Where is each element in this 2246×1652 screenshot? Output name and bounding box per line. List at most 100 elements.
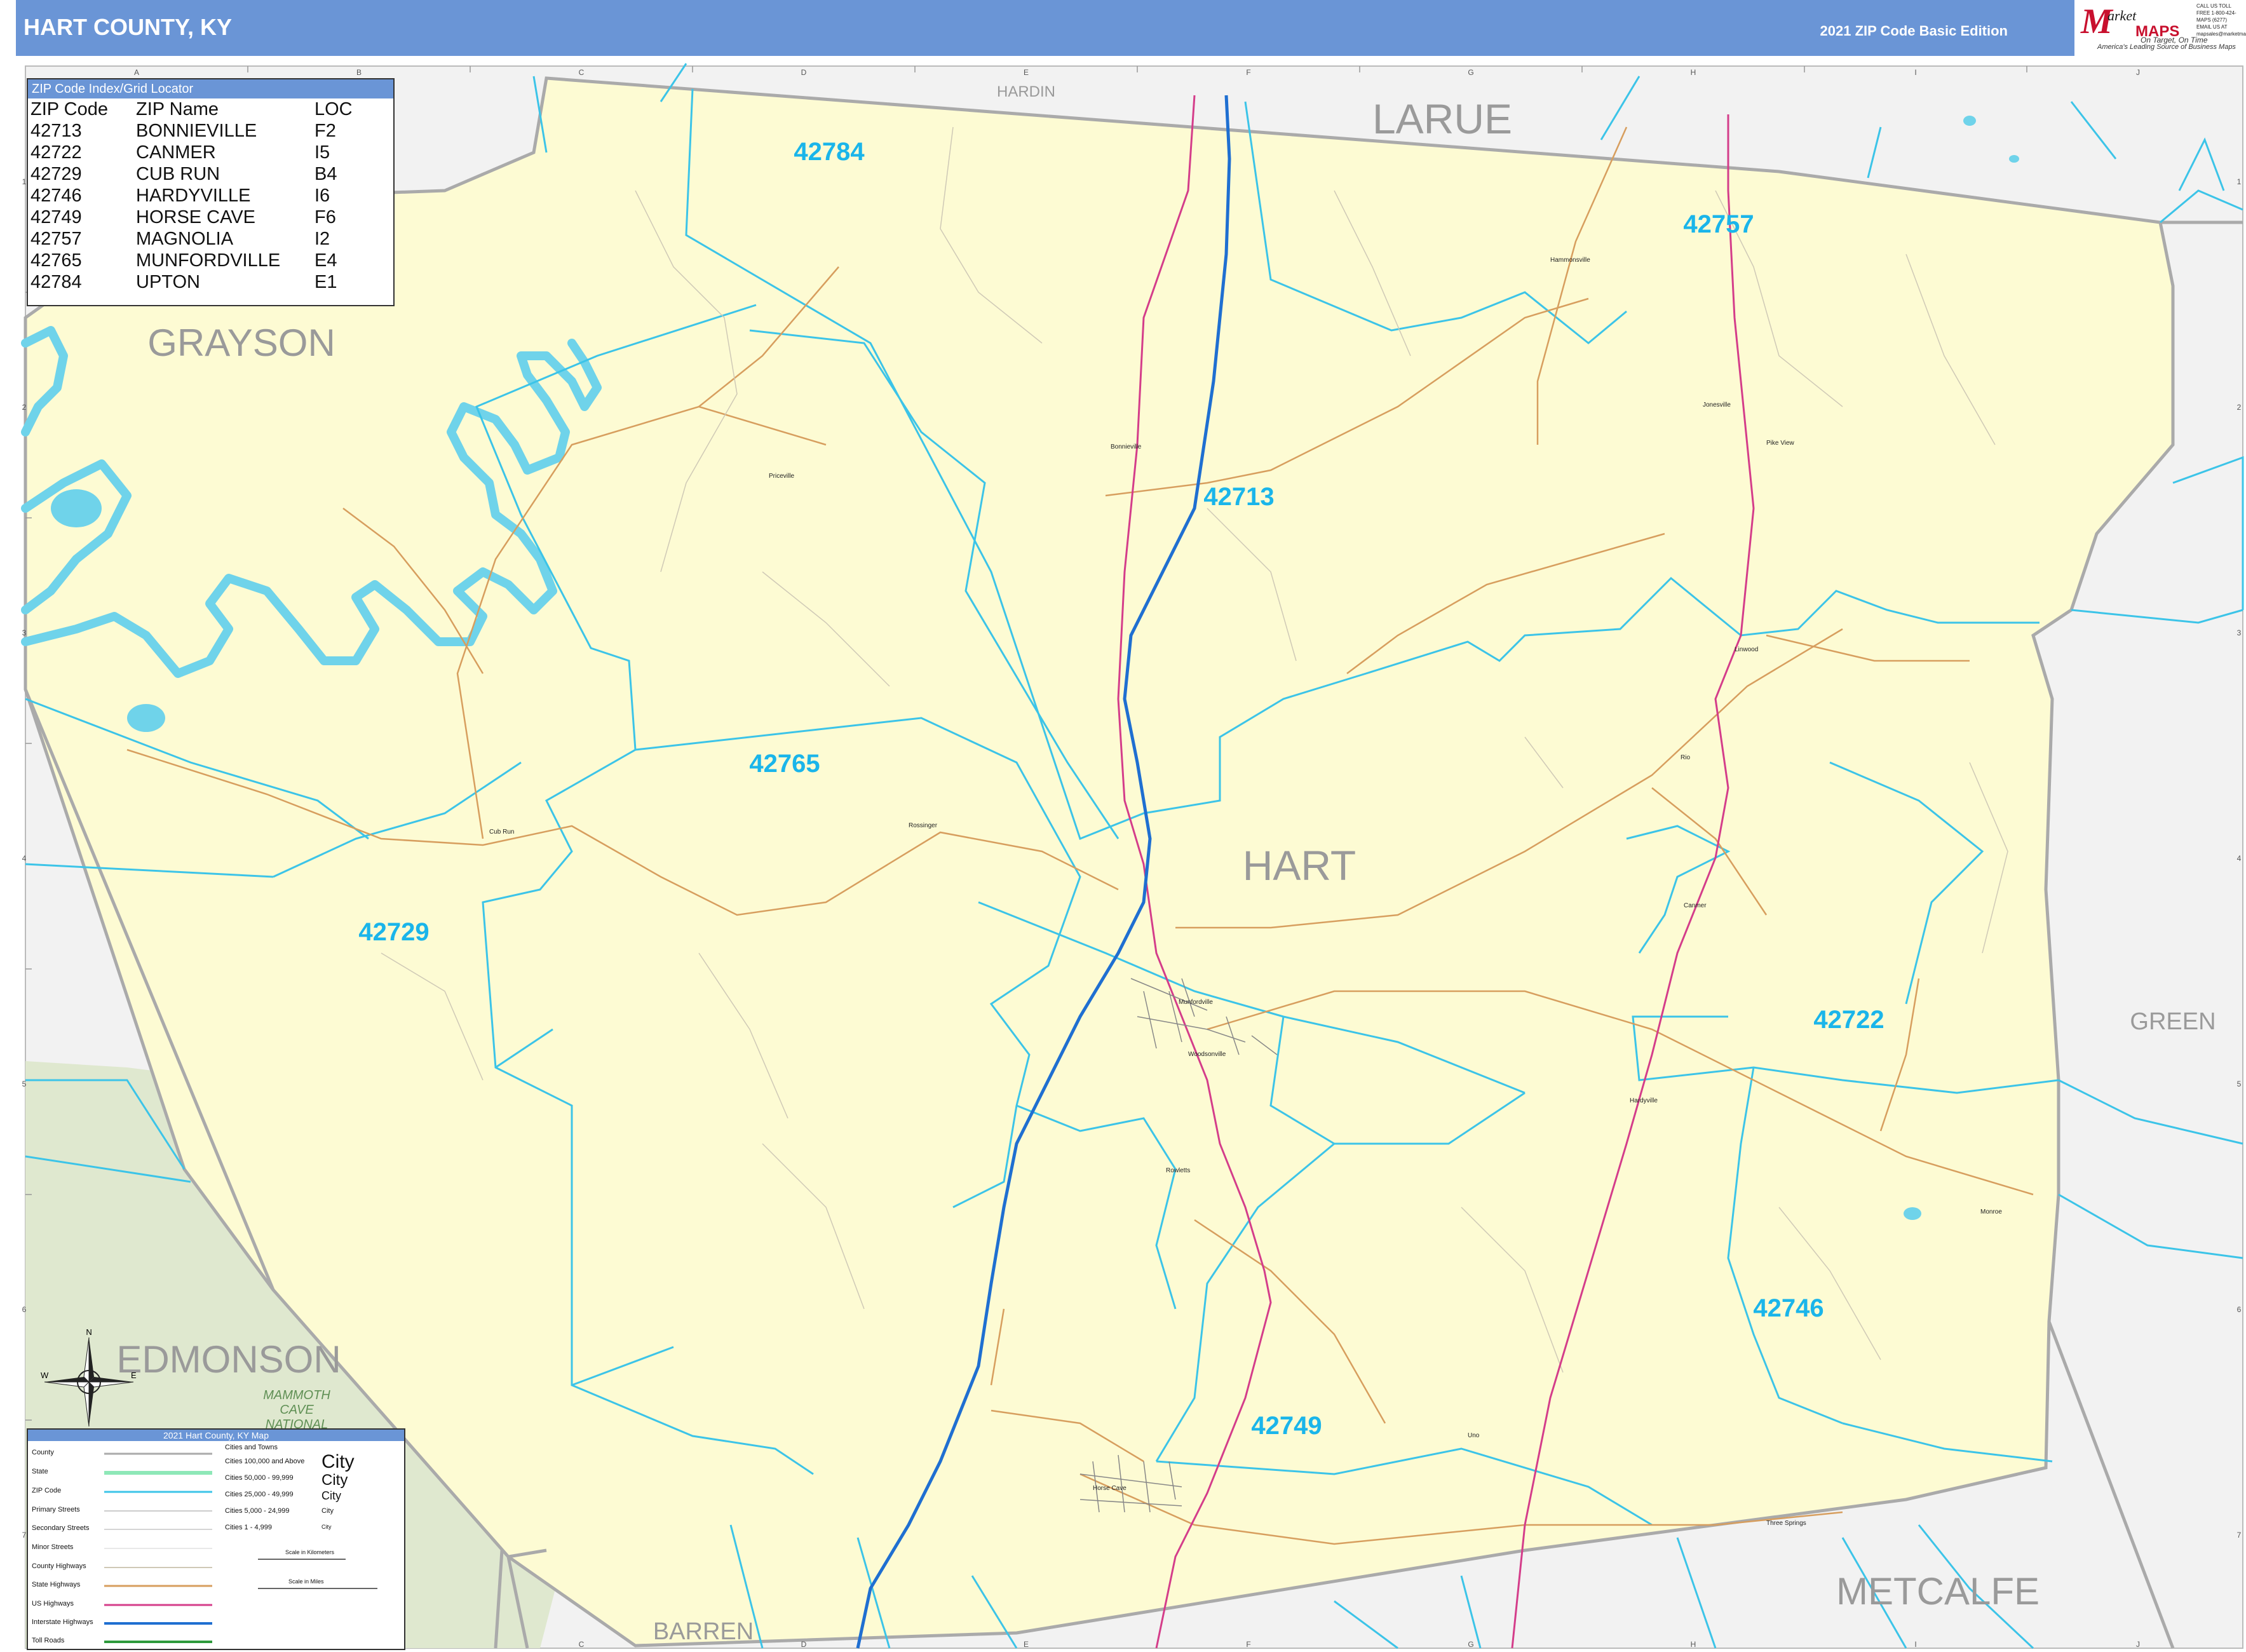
legend-item: Toll Roads	[32, 1637, 65, 1644]
legend-item: County	[32, 1449, 54, 1456]
zip-index-row: 42765 MUNFORDVILLE E4	[30, 250, 356, 271]
grid-col-h-bottom: H	[1691, 1640, 1696, 1649]
grid-col-d: D	[801, 68, 807, 77]
zip-index-code: 42722	[30, 142, 82, 163]
grid-col-f: F	[1246, 68, 1250, 77]
zip-index-loc: I5	[315, 142, 330, 163]
grid-col-j-bottom: J	[2136, 1640, 2140, 1649]
legend-item: Interstate Highways	[32, 1618, 93, 1626]
grid-row-3: 3	[22, 628, 27, 637]
compass-n: N	[86, 1327, 91, 1337]
zip-index-row: 42784 UPTON E1	[30, 271, 356, 293]
place-rio: Rio	[1681, 754, 1690, 761]
zip-index-loc: I6	[315, 186, 330, 206]
zip-index-name: HARDYVILLE	[136, 186, 251, 206]
zip-index-row: 42749 HORSE CAVE F6	[30, 207, 356, 228]
grid-col-i-bottom: I	[1914, 1640, 1916, 1649]
county-label-barren: BARREN	[653, 1618, 754, 1645]
legend-scale-km: Scale in Kilometers	[285, 1549, 335, 1555]
compass-e: E	[131, 1371, 137, 1380]
county-label-grayson: GRAYSON	[147, 322, 335, 364]
zip-index-loc: B4	[315, 164, 337, 184]
place-priceville: Priceville	[769, 473, 794, 480]
map-title: HART COUNTY, KY	[24, 14, 233, 40]
zip-index-header-row: ZIP Code ZIP Name LOC	[30, 98, 356, 120]
logo-contact: CALL US TOLL FREE 1-800-424-MAPS (6277) …	[2196, 3, 2246, 37]
grid-col-h: H	[1691, 68, 1696, 77]
legend-item: County Highways	[32, 1562, 86, 1570]
legend-city-class: Cities 50,000 - 99,999	[225, 1474, 294, 1482]
zip-index-code: 42784	[30, 272, 82, 292]
logo-tagline-2: America's Leading Source of Business Map…	[2097, 43, 2236, 51]
logo-arket: arket	[2107, 8, 2137, 24]
legend-item: State Highways	[32, 1581, 81, 1588]
place-bonnieville: Bonnieville	[1111, 443, 1142, 450]
grid-row-6: 6	[22, 1305, 27, 1314]
zip-index-code: 42746	[30, 186, 82, 206]
legend-item: US Highways	[32, 1600, 74, 1608]
grid-col-b: B	[356, 68, 362, 77]
legend-city-sample: City	[321, 1472, 348, 1489]
map-legend: 2021 Hart County, KY Map County State ZI…	[27, 1428, 405, 1650]
legend-item: Secondary Streets	[32, 1524, 90, 1532]
zip-index-loc: E1	[315, 272, 337, 292]
zip-index-header-loc: LOC	[315, 99, 353, 119]
zip-index-loc: E4	[315, 250, 337, 271]
legend-scale-mi: Scale in Miles	[288, 1578, 324, 1585]
grid-row-6-right: 6	[2237, 1305, 2242, 1314]
legend-city-class: Cities 100,000 and Above	[225, 1458, 305, 1465]
zip-index-row: 42757 MAGNOLIA I2	[30, 228, 356, 250]
compass-w: W	[41, 1371, 49, 1380]
grid-col-d-bottom: D	[801, 1640, 807, 1649]
grid-row-2-right: 2	[2237, 403, 2242, 412]
legend-city-class: Cities 25,000 - 49,999	[225, 1491, 294, 1498]
legend-city-sample: City	[321, 1489, 341, 1502]
grid-row-4: 4	[22, 854, 27, 863]
grid-row-5: 5	[22, 1080, 27, 1088]
zip-index-name: MUNFORDVILLE	[136, 250, 281, 271]
place-munfordville: Munfordville	[1179, 999, 1213, 1006]
zip-index-code: 42765	[30, 250, 82, 271]
zip-index-title: ZIP Code Index/Grid Locator	[28, 79, 393, 98]
place-monroe: Monroe	[1980, 1209, 2002, 1215]
zip-label-42765: 42765	[749, 750, 820, 778]
county-label-hart: HART	[1243, 842, 1356, 889]
park-label-line1: MAMMOTH	[263, 1388, 330, 1402]
zip-index-name: MAGNOLIA	[136, 229, 234, 249]
grid-col-j: J	[2136, 68, 2140, 77]
grid-col-c-bottom: C	[579, 1640, 585, 1649]
zip-index-code: 42713	[30, 121, 82, 141]
county-label-edmonson: EDMONSON	[116, 1338, 341, 1381]
place-threesprings: Three Springs	[1766, 1520, 1806, 1527]
place-jonesville: Jonesville	[1703, 402, 1731, 409]
market-maps-logo: M arket MAPS On Target, On Time America'…	[2074, 0, 2246, 56]
zip-label-42746: 42746	[1753, 1294, 1823, 1322]
zip-index-header-name: ZIP Name	[136, 99, 219, 119]
grid-row-1-right: 1	[2237, 177, 2242, 186]
zip-index-header-code: ZIP Code	[30, 99, 108, 119]
grid-row-3-right: 3	[2237, 628, 2242, 637]
place-rowletts: Rowletts	[1166, 1167, 1190, 1174]
zip-label-42713: 42713	[1203, 483, 1274, 511]
zip-index-panel: ZIP Code Index/Grid Locator ZIP Code ZIP…	[27, 78, 395, 306]
place-hardyville: Hardyville	[1630, 1097, 1658, 1104]
zip-index-loc: I2	[315, 229, 330, 249]
grid-col-g-bottom: G	[1468, 1640, 1473, 1649]
grid-col-c: C	[579, 68, 585, 77]
zip-index-row: 42729 CUB RUN B4	[30, 163, 356, 185]
legend-city-sample: City	[321, 1524, 332, 1530]
zip-label-42722: 42722	[1813, 1006, 1884, 1034]
place-hammonsville: Hammonsville	[1550, 257, 1590, 264]
zip-index-loc: F6	[315, 207, 336, 227]
zip-index-name: CUB RUN	[136, 164, 220, 184]
zip-index-name: UPTON	[136, 272, 200, 292]
zip-label-42749: 42749	[1251, 1412, 1322, 1440]
grid-row-5-right: 5	[2237, 1080, 2242, 1088]
grid-row-2: 2	[22, 403, 27, 412]
zip-index-code: 42749	[30, 207, 82, 227]
zip-index-code: 42729	[30, 164, 82, 184]
legend-city-sample: City	[321, 1451, 355, 1472]
zip-label-42784: 42784	[794, 138, 865, 166]
county-label-hardin: HARDIN	[997, 83, 1055, 100]
zip-label-42729: 42729	[358, 918, 429, 946]
